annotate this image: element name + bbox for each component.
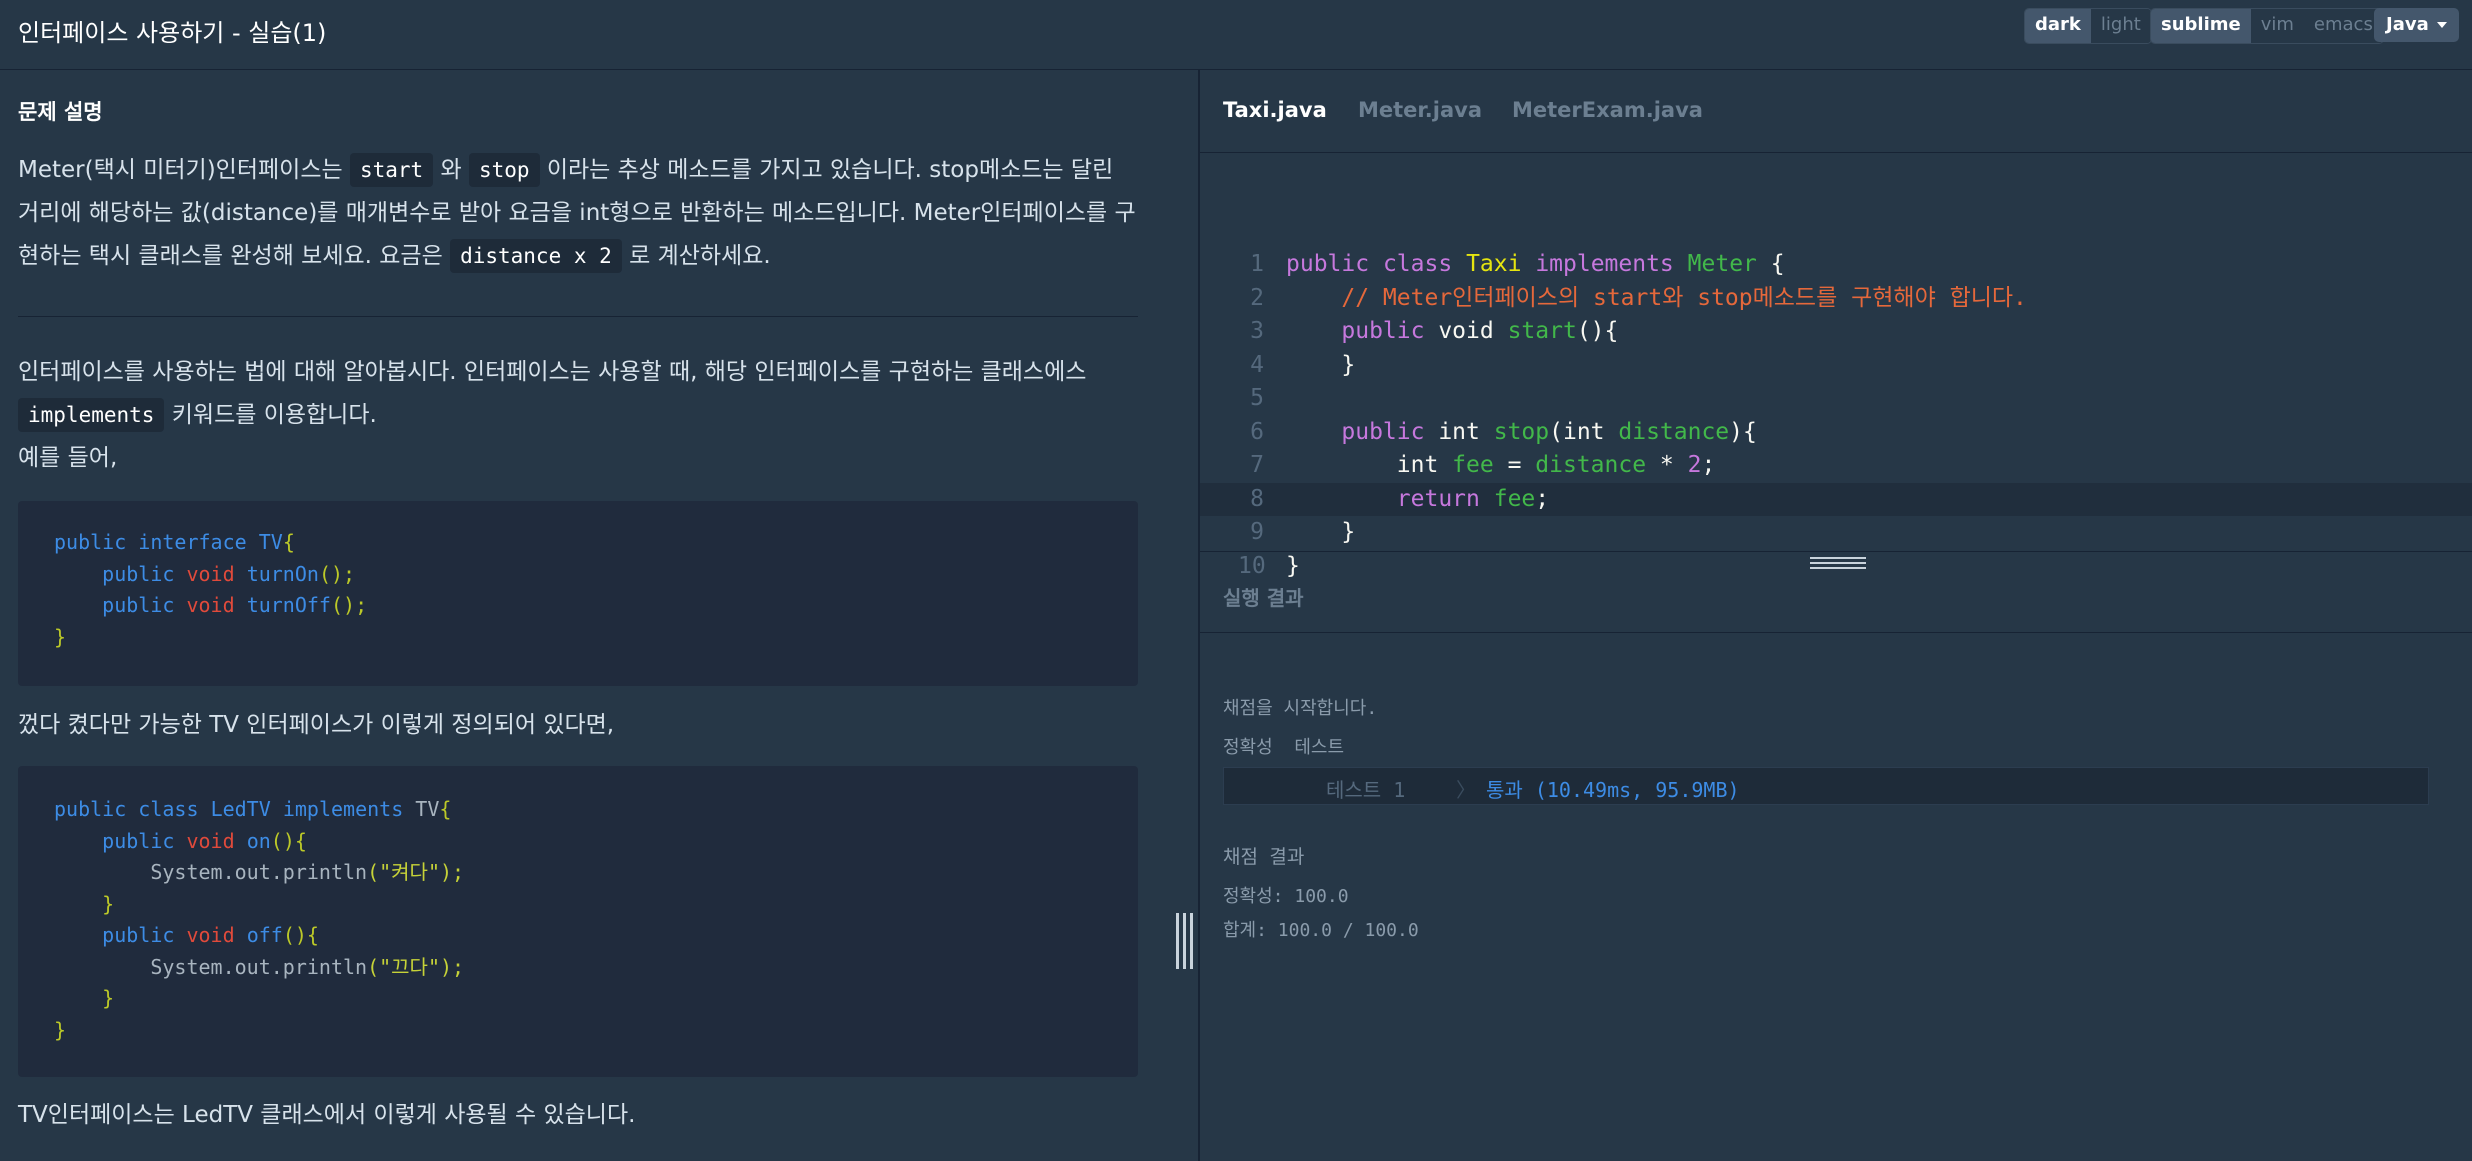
section-divider — [18, 316, 1138, 317]
code-line[interactable]: 9 } — [1200, 516, 2472, 550]
code-line[interactable]: 6 public int stop(int distance){ — [1200, 416, 2472, 450]
vertical-resize-handle-icon[interactable] — [1176, 913, 1194, 969]
code-line[interactable]: 5 — [1200, 382, 2472, 416]
header-bar: 인터페이스 사용하기 - 실습(1) dark light sublime vi… — [0, 0, 2472, 70]
tab-meterexam-java[interactable]: MeterExam.java — [1512, 98, 1703, 122]
code-line-current[interactable]: 8 return fee; — [1200, 482, 2472, 516]
code-line[interactable]: 4 } — [1200, 349, 2472, 383]
score-accuracy: 정확성: 100.0 — [1223, 886, 1349, 907]
keymap-toggle: sublime vim emacs — [2150, 8, 2384, 44]
problem-description-panel[interactable]: 문제 설명 Meter(택시 미터기)인터페이스는 start 와 stop 이… — [0, 70, 1198, 1161]
result-section-label: 정확성 테스트 — [1223, 737, 1345, 758]
tab-taxi-java[interactable]: Taxi.java — [1223, 98, 1327, 122]
horizontal-resize-handle-icon[interactable] — [1810, 557, 1866, 571]
inline-code-stop: stop — [468, 153, 540, 187]
test-label: 테스트 1 — [1326, 778, 1406, 802]
page-title: 인터페이스 사용하기 - 실습(1) — [18, 19, 327, 47]
editor-panel: Taxi.java Meter.java MeterExam.java 1 pub… — [1200, 70, 2472, 1161]
caret-down-icon — [2436, 22, 2447, 28]
code-example-ledtv: public class LedTV implements TV{ public… — [18, 766, 1138, 1077]
result-divider — [1200, 551, 2472, 552]
score-heading: 채점 결과 — [1223, 846, 1305, 868]
inline-code-start: start — [349, 153, 434, 187]
keymap-emacs-button[interactable]: emacs — [2303, 9, 2383, 43]
keymap-sublime-button[interactable]: sublime — [2151, 9, 2251, 43]
file-tabs: Taxi.java Meter.java MeterExam.java — [1200, 70, 2472, 153]
code-line[interactable]: 7 int fee = distance * 2; — [1200, 449, 2472, 483]
description-paragraph-1: Meter(택시 미터기)인터페이스는 start 와 stop 이라는 추상 … — [18, 149, 1138, 278]
chevron-right-icon: 〉 — [1456, 778, 1476, 802]
code-line[interactable]: 2 // Meter인터페이스의 start와 stop메소드를 구현해야 합니… — [1200, 282, 2472, 316]
score-total: 합계: 100.0 / 100.0 — [1223, 920, 1419, 941]
test-pass-status: 통과 (10.49ms, 95.9MB) — [1486, 778, 1740, 802]
inline-code-formula: distance x 2 — [450, 239, 622, 273]
test-result-row: 테스트 1 〉 통과 (10.49ms, 95.9MB) — [1223, 767, 2429, 805]
language-select[interactable]: Java — [2374, 8, 2459, 42]
theme-dark-button[interactable]: dark — [2025, 9, 2091, 43]
keymap-vim-button[interactable]: vim — [2250, 9, 2304, 43]
description-heading: 문제 설명 — [18, 100, 103, 124]
result-title: 실행 결과 — [1223, 586, 1304, 610]
tab-meter-java[interactable]: Meter.java — [1358, 98, 1482, 122]
theme-toggle: dark light — [2024, 8, 2152, 44]
theme-light-button[interactable]: light — [2090, 9, 2151, 43]
inline-code-implements: implements — [18, 398, 165, 432]
description-paragraph-3: 예를 들어, — [18, 445, 118, 471]
code-line[interactable]: 1 public class Taxi implements Meter { — [1200, 248, 2472, 282]
code-editor[interactable]: 1 public class Taxi implements Meter { 2 … — [1200, 153, 2472, 579]
result-start-message: 채점을 시작합니다. — [1223, 698, 1378, 719]
language-label: Java — [2386, 14, 2429, 35]
code-example-tv: public interface TV{ public void turnOn(… — [18, 501, 1138, 686]
code-line[interactable]: 3 public void start(){ — [1200, 315, 2472, 349]
description-paragraph-2: 인터페이스를 사용하는 법에 대해 알아봅시다. 인터페이스는 사용할 때, 해… — [18, 351, 1138, 437]
description-paragraph-5: TV인터페이스는 LedTV 클래스에서 이렇게 사용될 수 있습니다. — [18, 1102, 636, 1128]
description-paragraph-4: 껐다 켰다만 가능한 TV 인터페이스가 이렇게 정의되어 있다면, — [18, 712, 615, 738]
